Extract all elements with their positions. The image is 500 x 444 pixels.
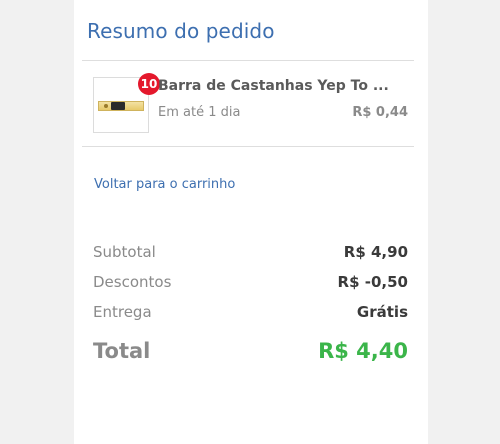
product-name: Barra de Castanhas Yep To ... xyxy=(158,78,389,94)
total-row: Total R$ 4,40 xyxy=(93,339,408,367)
page-title: Resumo do pedido xyxy=(87,19,275,43)
subtotal-label: Subtotal xyxy=(93,243,156,261)
cart-item: 10 Barra de Castanhas Yep To ... Em até … xyxy=(74,60,428,146)
subtotal-row: Subtotal R$ 4,90 xyxy=(93,243,408,263)
product-bar-wrapper-label xyxy=(111,102,125,110)
order-summary-panel: Resumo do pedido 10 Barra de Castanhas Y… xyxy=(74,0,428,444)
total-label: Total xyxy=(93,339,151,363)
discounts-label: Descontos xyxy=(93,273,172,291)
item-price: R$ 0,44 xyxy=(352,105,408,120)
delivery-value: Grátis xyxy=(356,303,408,321)
delivery-label: Entrega xyxy=(93,303,152,321)
quantity-badge: 10 xyxy=(138,73,160,95)
subtotal-value: R$ 4,90 xyxy=(343,243,408,261)
product-bar-detail xyxy=(104,104,108,108)
back-to-cart-link[interactable]: Voltar para o carrinho xyxy=(94,177,235,192)
total-value: R$ 4,40 xyxy=(318,339,408,363)
discounts-value: R$ -0,50 xyxy=(337,273,408,291)
divider xyxy=(82,146,414,147)
delivery-estimate: Em até 1 dia xyxy=(158,105,241,120)
delivery-row: Entrega Grátis xyxy=(93,303,408,323)
discounts-row: Descontos R$ -0,50 xyxy=(93,273,408,293)
